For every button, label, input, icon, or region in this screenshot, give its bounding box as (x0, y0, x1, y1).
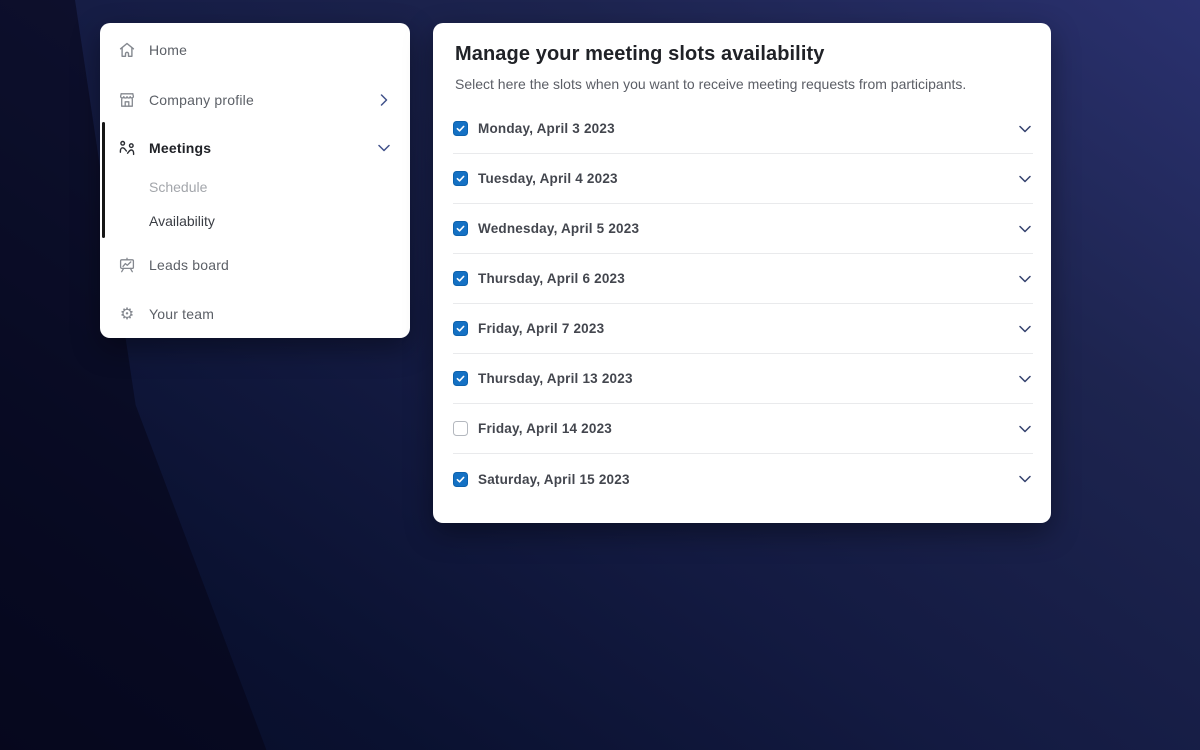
slot-row-tuesday-april-4[interactable]: Tuesday, April 4 2023 (453, 154, 1033, 204)
chevron-down-icon (376, 140, 392, 156)
page-title: Manage your meeting slots availability (455, 43, 1029, 66)
slot-label: Thursday, April 6 2023 (478, 271, 625, 286)
presentation-board-icon (118, 256, 136, 274)
slot-label: Friday, April 7 2023 (478, 321, 604, 336)
chevron-right-icon (376, 92, 392, 108)
sidebar-item-label: Your team (149, 306, 214, 322)
availability-panel: Manage your meeting slots availability S… (433, 23, 1051, 523)
slot-label: Friday, April 14 2023 (478, 421, 612, 436)
slot-checkbox[interactable] (453, 371, 468, 386)
sidebar-item-home[interactable]: Home (100, 36, 410, 64)
chevron-down-icon[interactable] (1017, 321, 1033, 337)
chevron-down-icon[interactable] (1017, 471, 1033, 487)
sidebar-subitem-availability[interactable]: Availability (100, 209, 410, 233)
sidebar-item-leads-board[interactable]: Leads board (100, 251, 410, 279)
slot-checkbox[interactable] (453, 472, 468, 487)
sidebar-subitem-label: Schedule (149, 179, 207, 195)
slot-row-saturday-april-15[interactable]: Saturday, April 15 2023 (453, 454, 1033, 504)
storefront-icon (118, 91, 136, 109)
chevron-down-icon[interactable] (1017, 371, 1033, 387)
home-icon (118, 41, 136, 59)
sidebar-item-your-team[interactable]: ⚙ Your team (100, 300, 410, 328)
slot-checkbox[interactable] (453, 321, 468, 336)
slot-row-friday-april-14[interactable]: Friday, April 14 2023 (453, 404, 1033, 454)
sidebar: Home Company profile Meet (100, 23, 410, 338)
sidebar-item-label: Meetings (149, 140, 211, 156)
slot-row-thursday-april-13[interactable]: Thursday, April 13 2023 (453, 354, 1033, 404)
slot-label: Monday, April 3 2023 (478, 121, 615, 136)
slot-checkbox[interactable] (453, 221, 468, 236)
sidebar-item-meetings[interactable]: Meetings (100, 134, 410, 162)
slot-checkbox[interactable] (453, 421, 468, 436)
slot-row-thursday-april-6[interactable]: Thursday, April 6 2023 (453, 254, 1033, 304)
chevron-down-icon[interactable] (1017, 421, 1033, 437)
slot-checkbox[interactable] (453, 271, 468, 286)
chevron-down-icon[interactable] (1017, 121, 1033, 137)
people-icon (118, 139, 136, 157)
chevron-down-icon[interactable] (1017, 221, 1033, 237)
sidebar-item-company-profile[interactable]: Company profile (100, 86, 410, 114)
sidebar-item-label: Home (149, 42, 187, 58)
slot-list: Monday, April 3 2023 Tuesday, April 4 20… (453, 104, 1033, 504)
slot-label: Saturday, April 15 2023 (478, 472, 630, 487)
sidebar-subitem-label: Availability (149, 213, 215, 229)
sidebar-item-label: Company profile (149, 92, 254, 108)
slot-label: Thursday, April 13 2023 (478, 371, 633, 386)
slot-row-friday-april-7[interactable]: Friday, April 7 2023 (453, 304, 1033, 354)
page-subtitle: Select here the slots when you want to r… (455, 76, 1029, 92)
slot-row-monday-april-3[interactable]: Monday, April 3 2023 (453, 104, 1033, 154)
slot-row-wednesday-april-5[interactable]: Wednesday, April 5 2023 (453, 204, 1033, 254)
slot-label: Wednesday, April 5 2023 (478, 221, 639, 236)
chevron-down-icon[interactable] (1017, 271, 1033, 287)
gear-icon: ⚙ (118, 305, 136, 323)
slot-checkbox[interactable] (453, 121, 468, 136)
chevron-down-icon[interactable] (1017, 171, 1033, 187)
sidebar-subitem-schedule[interactable]: Schedule (100, 175, 410, 199)
slot-label: Tuesday, April 4 2023 (478, 171, 618, 186)
slot-checkbox[interactable] (453, 171, 468, 186)
sidebar-item-label: Leads board (149, 257, 229, 273)
